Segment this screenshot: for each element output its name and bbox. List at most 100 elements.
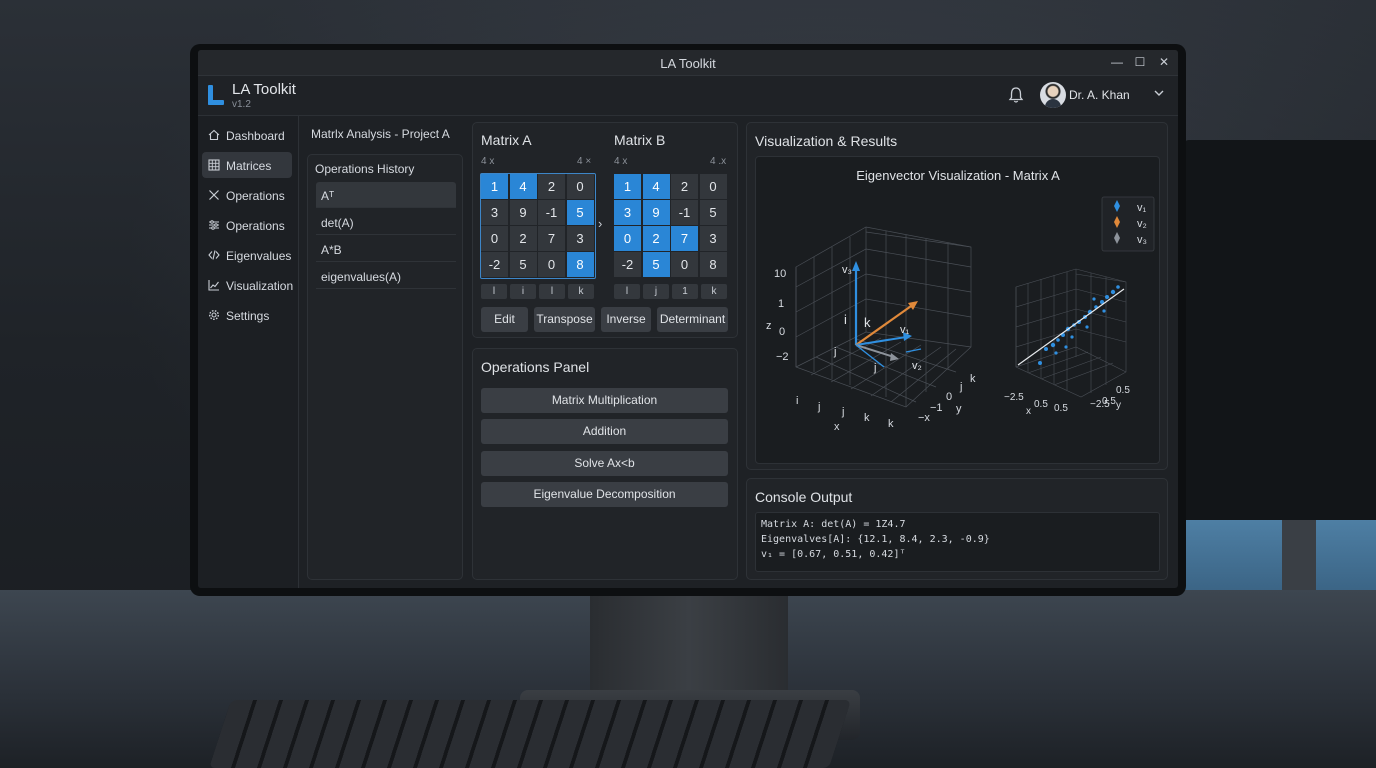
matrix-b-cell[interactable]: 4 bbox=[642, 174, 670, 199]
inverse-button[interactable]: Inverse bbox=[601, 307, 651, 332]
svg-text:x: x bbox=[834, 421, 840, 433]
history-item[interactable]: det(A) bbox=[316, 209, 456, 235]
matrix-b-cell[interactable]: 0 bbox=[614, 226, 641, 251]
sidebar-item-dashboard[interactable]: Dashboard bbox=[202, 122, 292, 148]
matrix-b-cell[interactable]: 0 bbox=[671, 252, 698, 277]
matrix-b-cell[interactable]: 8 bbox=[699, 252, 727, 277]
regression-line bbox=[1017, 288, 1125, 366]
console-panel: Console Output Matrix A: det(A) = 1Z4.7 … bbox=[746, 478, 1168, 580]
eigenvector-plot: Eigenvector Visualization - Matrix A v₁ … bbox=[766, 168, 1155, 433]
history-item[interactable]: A*B bbox=[316, 236, 456, 262]
matrix-a-index-label[interactable]: l bbox=[481, 284, 507, 299]
matrix-b-cell[interactable]: 7 bbox=[671, 226, 698, 251]
legend-v3-label: v₃ bbox=[1137, 234, 1147, 246]
scatter-points bbox=[1038, 285, 1120, 365]
svg-text:−2: −2 bbox=[776, 351, 789, 363]
matrix-a-selection bbox=[480, 173, 596, 279]
matrix-a-index-label[interactable]: k bbox=[568, 284, 594, 299]
second-monitor bbox=[1183, 140, 1376, 530]
svg-text:j: j bbox=[873, 362, 876, 374]
edit-button[interactable]: Edit bbox=[481, 307, 528, 332]
matrix-b-cell[interactable]: 3 bbox=[699, 226, 727, 251]
matrix-b-cell[interactable]: 9 bbox=[642, 200, 670, 225]
matrix-a-index-label[interactable]: i bbox=[510, 284, 536, 299]
operations-history-panel: Operations History Aᵀ det(A) A*B eigenva… bbox=[307, 154, 463, 580]
keyboard bbox=[208, 700, 852, 768]
sidebar-item-eigenvalues[interactable]: Eigenvalues bbox=[202, 242, 292, 268]
plot-title: Eigenvector Visualization - Matrix A bbox=[856, 168, 1060, 183]
sidebar-item-operations[interactable]: Operations bbox=[202, 182, 292, 208]
matrix-a-title: Matrix A bbox=[481, 132, 532, 148]
minimize-button[interactable]: — bbox=[1110, 55, 1124, 69]
matrix-b-index-label[interactable]: 1 bbox=[672, 284, 698, 299]
operations-panel: Operations Panel Matrix Multiplication A… bbox=[472, 348, 738, 580]
matrix-b-cell[interactable]: 3 bbox=[614, 200, 641, 225]
eigenvalue-decomposition-button[interactable]: Eigenvalue Decomposition bbox=[481, 482, 728, 507]
console-title: Console Output bbox=[755, 489, 853, 505]
right-3d-axes bbox=[1015, 268, 1127, 398]
svg-text:x: x bbox=[1026, 406, 1031, 417]
svg-text:i: i bbox=[796, 395, 798, 407]
chevron-down-icon[interactable] bbox=[1153, 86, 1165, 100]
solve-button[interactable]: Solve Ax<b bbox=[481, 451, 728, 476]
svg-text:v₂: v₂ bbox=[912, 360, 922, 372]
matrix-b-cell[interactable]: -2 bbox=[614, 252, 641, 277]
matrix-b-index-label[interactable]: l bbox=[614, 284, 640, 299]
svg-text:0.5: 0.5 bbox=[1054, 403, 1068, 414]
matrix-b-cell[interactable]: 5 bbox=[699, 200, 727, 225]
title-bar: LA Toolkit — ☐ ✕ bbox=[198, 50, 1178, 76]
bell-icon[interactable] bbox=[1008, 86, 1024, 104]
matrix-b-cell[interactable]: 5 bbox=[642, 252, 670, 277]
chart-icon bbox=[208, 280, 219, 291]
monitor-stand bbox=[590, 594, 788, 694]
window-title: LA Toolkit bbox=[660, 56, 716, 71]
matrix-b-cols: 4 .x bbox=[710, 156, 727, 167]
matrix-b-cell[interactable]: 0 bbox=[699, 174, 727, 199]
matrix-b-rows: 4 x bbox=[614, 156, 628, 167]
sidebar-item-matrices[interactable]: Matrices bbox=[202, 152, 292, 178]
matrix-a-index-label[interactable]: l bbox=[539, 284, 565, 299]
history-item[interactable]: eigenvalues(A) bbox=[316, 263, 456, 289]
plot-area[interactable]: Eigenvector Visualization - Matrix A v₁ … bbox=[755, 156, 1160, 464]
addition-button[interactable]: Addition bbox=[481, 419, 728, 444]
app-name: LA Toolkit bbox=[232, 81, 296, 98]
svg-text:j: j bbox=[833, 346, 836, 358]
matrix-b-cell[interactable]: 1 bbox=[614, 174, 641, 199]
user-name[interactable]: Dr. A. Khan bbox=[1069, 88, 1130, 102]
svg-text:10: 10 bbox=[774, 268, 786, 280]
sidebar-item-label: Matrices bbox=[226, 159, 272, 173]
sidebar-item-label: Operations bbox=[226, 219, 285, 233]
matrix-b-cell[interactable]: 2 bbox=[642, 226, 670, 251]
z-axis-label: z bbox=[766, 320, 772, 332]
sidebar-item-operations-2[interactable]: Operations bbox=[202, 212, 292, 238]
matrix-b-cell[interactable]: -1 bbox=[671, 200, 698, 225]
close-button[interactable]: ✕ bbox=[1157, 55, 1171, 69]
svg-text:0: 0 bbox=[946, 391, 952, 403]
console-line: v₁ = [0.67, 0.51, 0.42]ᵀ bbox=[761, 549, 906, 560]
matrix-a-rows: 4 x bbox=[481, 156, 495, 167]
matrix-b-cell[interactable]: 2 bbox=[671, 174, 698, 199]
matrix-b-index-label[interactable]: k bbox=[701, 284, 727, 299]
svg-text:0.5: 0.5 bbox=[1116, 385, 1130, 396]
avatar[interactable] bbox=[1040, 82, 1066, 108]
sidebar-item-settings[interactable]: Settings bbox=[202, 302, 292, 328]
sidebar-item-visualization[interactable]: Visualization bbox=[202, 272, 293, 298]
svg-text:k: k bbox=[864, 315, 871, 330]
console-line: Matrix A: det(A) = 1Z4.7 bbox=[761, 519, 906, 530]
eigenvector-arrows bbox=[852, 261, 922, 368]
sidebar-item-label: Settings bbox=[226, 309, 270, 323]
svg-text:k: k bbox=[888, 418, 894, 430]
matrix-b-index-label[interactable]: j bbox=[643, 284, 669, 299]
project-title: Matrlx Analysis - Project A bbox=[311, 127, 450, 141]
maximize-button[interactable]: ☐ bbox=[1133, 55, 1147, 69]
svg-text:j: j bbox=[959, 381, 962, 393]
svg-text:k: k bbox=[970, 373, 976, 385]
determinant-button[interactable]: Determinant bbox=[657, 307, 728, 332]
svg-text:−1: −1 bbox=[930, 402, 943, 414]
svg-text:i: i bbox=[844, 312, 847, 327]
matrix-multiplication-button[interactable]: Matrix Multiplication bbox=[481, 388, 728, 413]
transpose-button[interactable]: Transpose bbox=[534, 307, 595, 332]
app-logo bbox=[208, 85, 224, 105]
history-item[interactable]: Aᵀ bbox=[316, 182, 456, 208]
console-output[interactable]: Matrix A: det(A) = 1Z4.7 Eigenvalves[A]:… bbox=[755, 512, 1160, 572]
